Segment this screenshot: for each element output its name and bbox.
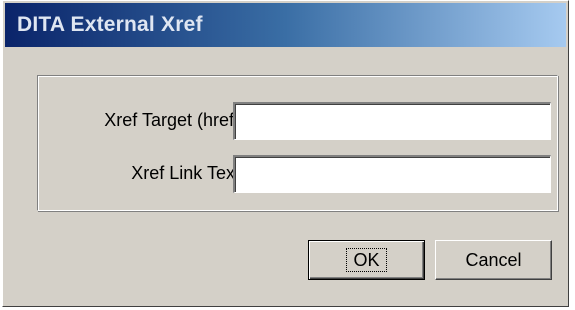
href-label: Xref Target (href): xyxy=(104,110,245,130)
ok-button-label: OK xyxy=(346,248,387,272)
href-input[interactable] xyxy=(233,102,551,140)
title-bar[interactable]: DITA External Xref xyxy=(5,3,566,47)
link-text-input[interactable] xyxy=(233,155,551,193)
cancel-button[interactable]: Cancel xyxy=(435,240,552,280)
cancel-button-label: Cancel xyxy=(465,249,522,270)
link-text-label: Xref Link Text: xyxy=(131,163,245,183)
window-title: DITA External Xref xyxy=(17,13,203,36)
ok-button[interactable]: OK xyxy=(308,240,425,280)
